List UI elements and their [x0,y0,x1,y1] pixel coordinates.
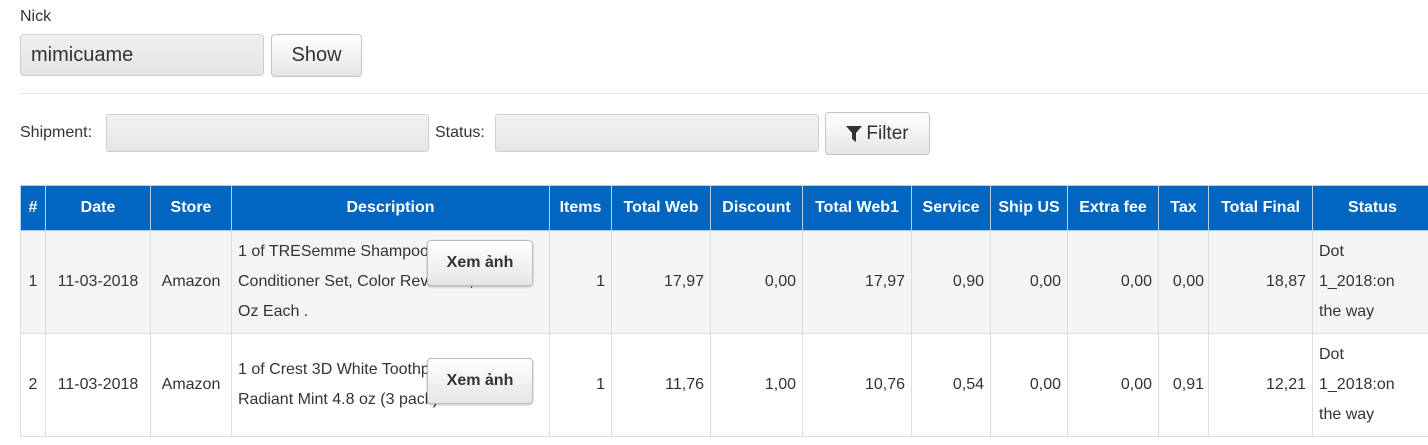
row-status: Dot 1_2018:on the way [1312,333,1428,437]
header-ship-us: Ship US [990,185,1068,231]
nick-label: Nick [20,8,52,25]
row-items: 1 [549,333,612,437]
row-total-final: 12,21 [1208,333,1313,437]
header-description: Description [231,185,550,231]
view-image-button[interactable]: Xem ảnh [427,240,533,286]
header-status: Status [1312,185,1428,231]
header-tax: Tax [1158,185,1209,231]
view-image-button[interactable]: Xem ảnh [427,358,533,404]
status-filter-label: Status: [435,124,485,141]
row-tax: 0,91 [1158,333,1209,437]
row-total-final: 18,87 [1208,230,1313,334]
filter-button-label: Filter [866,122,909,144]
row-total-web1: 10,76 [802,333,912,437]
header-number: # [20,185,46,231]
row-number: 2 [20,333,46,437]
header-total-web: Total Web [611,185,711,231]
shipment-label: Shipment: [20,124,93,141]
row-ship-us: 0,00 [990,230,1068,334]
header-extra-fee: Extra fee [1067,185,1159,231]
table-row: 2 11-03-2018 Amazon 1 of Crest 3D White … [20,333,1428,437]
row-service: 0,90 [911,230,991,334]
row-store: Amazon [150,333,232,437]
row-tax: 0,00 [1158,230,1209,334]
orders-table: # Date Store Description Items Total Web… [20,185,1428,437]
row-description-cell: 1 of TRESemme Shampoo and Conditioner Se… [231,230,550,334]
header-total-final: Total Final [1208,185,1313,231]
header-total-web1: Total Web1 [802,185,912,231]
header-items: Items [549,185,612,231]
row-total-web: 17,97 [611,230,711,334]
row-total-web1: 17,97 [802,230,912,334]
row-discount: 0,00 [710,230,803,334]
filter-button[interactable]: Filter [825,112,930,155]
show-button[interactable]: Show [271,34,362,77]
row-extra-fee: 0,00 [1067,333,1159,437]
table-header-row: # Date Store Description Items Total Web… [20,185,1428,231]
row-number: 1 [20,230,46,334]
header-service: Service [911,185,991,231]
row-extra-fee: 0,00 [1067,230,1159,334]
divider [20,93,1428,94]
shipment-input[interactable] [106,114,429,152]
header-discount: Discount [710,185,803,231]
row-status: Dot 1_2018:on the way [1312,230,1428,334]
status-input[interactable] [495,114,819,152]
funnel-icon [846,125,863,142]
table-row: 1 11-03-2018 Amazon 1 of TRESemme Shampo… [20,230,1428,334]
row-discount: 1,00 [710,333,803,437]
row-service: 0,54 [911,333,991,437]
nick-input[interactable] [20,34,264,76]
header-date: Date [45,185,151,231]
row-items: 1 [549,230,612,334]
row-description-cell: 1 of Crest 3D White Toothpaste Radiant M… [231,333,550,437]
row-date: 11-03-2018 [45,333,151,437]
row-total-web: 11,76 [611,333,711,437]
row-date: 11-03-2018 [45,230,151,334]
row-ship-us: 0,00 [990,333,1068,437]
header-store: Store [150,185,232,231]
row-store: Amazon [150,230,232,334]
